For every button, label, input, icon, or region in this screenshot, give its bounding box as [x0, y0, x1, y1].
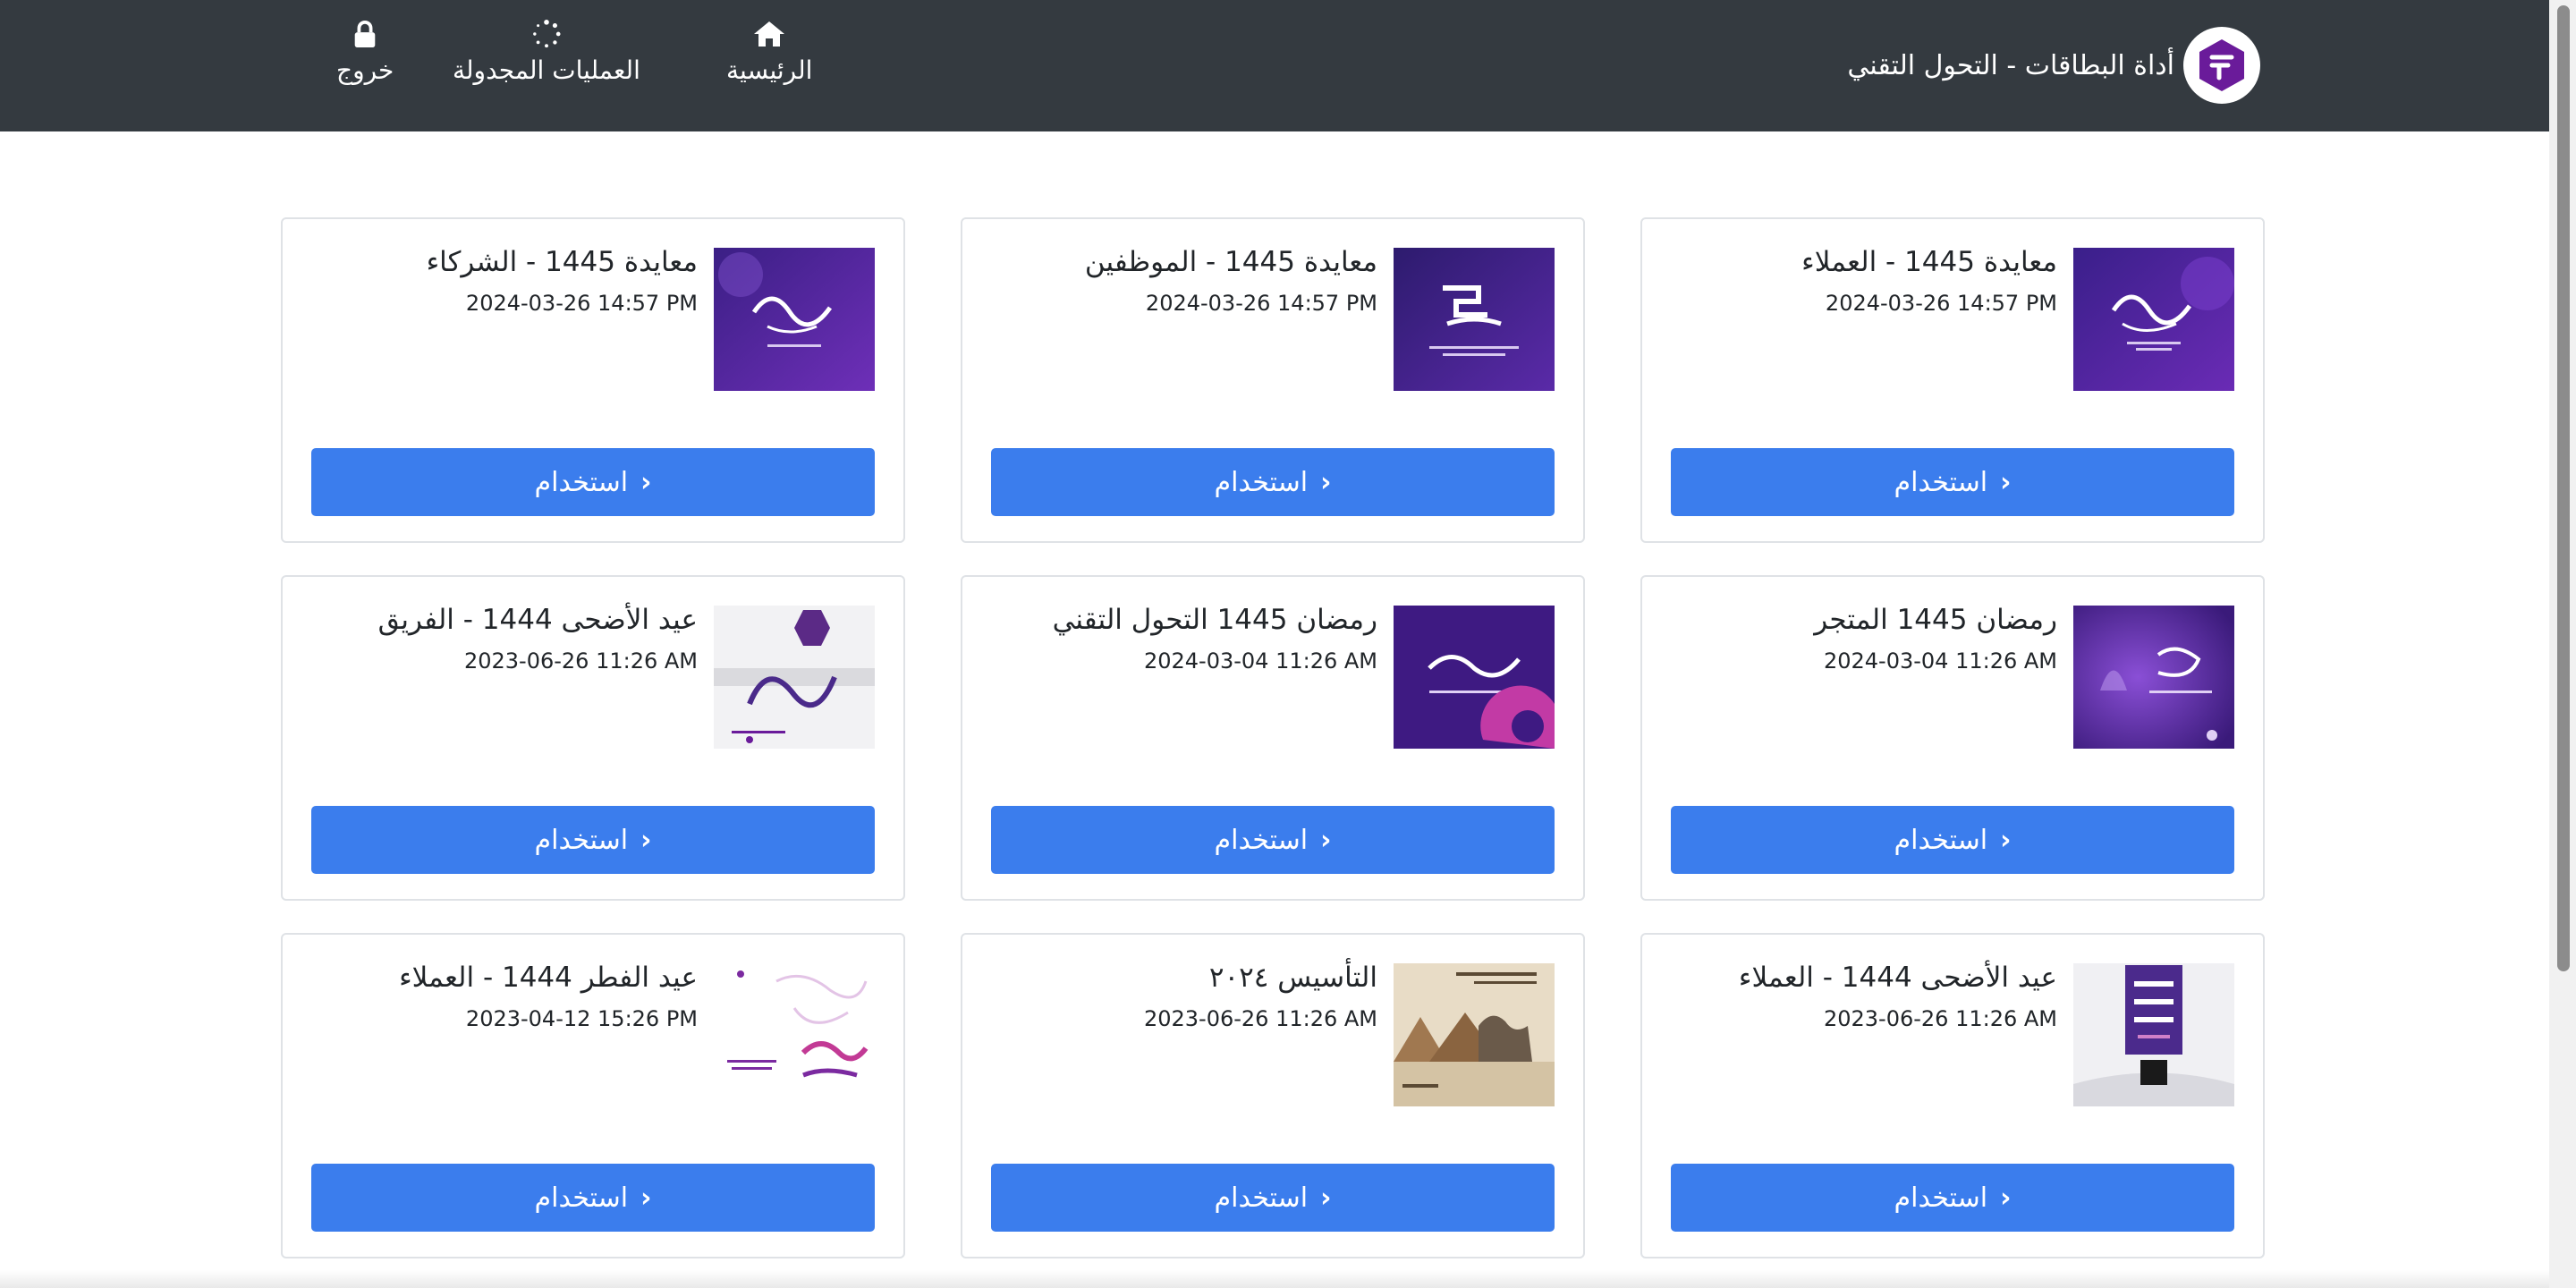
card-title: التأسيس ٢٠٢٤	[1208, 962, 1377, 994]
nav-scheduled-label: العمليات المجدولة	[453, 55, 640, 85]
card-title: رمضان 1445 المتجر	[1814, 604, 2057, 636]
navbar: أداة البطاقات - التحول التقني الرئيسية ا…	[0, 0, 2549, 131]
card-thumbnail	[2073, 606, 2234, 749]
use-button-label: استخدام	[1214, 1182, 1309, 1214]
card-date: 2023-06-26 11:26 AM	[463, 648, 698, 674]
card-title: عيد الأضحى 1444 - العملاء	[1738, 962, 2057, 994]
home-icon	[754, 21, 785, 47]
card-title: عيد الفطر 1444 - العملاء	[399, 962, 698, 994]
chevron-left-icon: ‹	[1320, 1182, 1332, 1214]
use-button[interactable]: ‹ استخدام	[1671, 1164, 2234, 1232]
card-thumbnail	[714, 963, 875, 1106]
chevron-left-icon: ‹	[640, 466, 652, 498]
use-button-label: استخدام	[534, 466, 629, 498]
use-button[interactable]: ‹ استخدام	[991, 1164, 1555, 1232]
card-date: 2024-03-04 11:26 AM	[1823, 648, 2057, 674]
bottom-fade	[0, 1270, 2549, 1288]
use-button-label: استخدام	[534, 1182, 629, 1214]
card-list-item: رمضان 1445 التحول التقني 2024-03-04 11:2…	[961, 575, 1585, 901]
brand[interactable]: أداة البطاقات - التحول التقني	[1847, 27, 2260, 104]
card-list-item: رمضان 1445 المتجر 2024-03-04 11:26 AM ‹ …	[1640, 575, 2265, 901]
use-button[interactable]: ‹ استخدام	[311, 806, 875, 874]
card-thumbnail	[714, 606, 875, 749]
card-thumbnail	[714, 248, 875, 391]
use-button[interactable]: ‹ استخدام	[311, 1164, 875, 1232]
card-thumbnail	[1394, 606, 1555, 749]
card-date: 2024-03-26 14:57 PM	[1145, 291, 1377, 316]
card-list-item: معايدة 1445 - العملاء 2024-03-26 14:57 P…	[1640, 217, 2265, 543]
brand-logo	[2183, 27, 2260, 104]
card-date: 2024-03-04 11:26 AM	[1143, 648, 1377, 674]
chevron-left-icon: ‹	[2000, 466, 2012, 498]
spinner-icon	[533, 20, 561, 48]
use-button-label: استخدام	[534, 824, 629, 856]
app-title: أداة البطاقات - التحول التقني	[1847, 49, 2174, 81]
nav-logout[interactable]: خروج	[336, 20, 394, 85]
nav-scheduled[interactable]: العمليات المجدولة	[453, 20, 640, 85]
chevron-left-icon: ‹	[640, 824, 652, 856]
chevron-left-icon: ‹	[1320, 824, 1332, 856]
page: أداة البطاقات - التحول التقني الرئيسية ا…	[0, 0, 2576, 1288]
card-date: 2023-04-12 15:26 PM	[465, 1006, 698, 1031]
card-list-item: عيد الفطر 1444 - العملاء 2023-04-12 15:2…	[281, 933, 905, 1258]
card-date: 2024-03-26 14:57 PM	[465, 291, 698, 316]
card-date: 2024-03-26 14:57 PM	[1825, 291, 2057, 316]
card-thumbnail	[2073, 248, 2234, 391]
use-button[interactable]: ‹ استخدام	[1671, 448, 2234, 516]
card-title: معايدة 1445 - الشركاء	[426, 246, 698, 278]
card-date: 2023-06-26 11:26 AM	[1823, 1006, 2057, 1031]
use-button[interactable]: ‹ استخدام	[991, 448, 1555, 516]
use-button-label: استخدام	[1214, 824, 1309, 856]
card-list-item: عيد الأضحى 1444 - العملاء 2023-06-26 11:…	[1640, 933, 2265, 1258]
lock-icon	[354, 20, 376, 48]
chevron-left-icon: ‹	[1320, 466, 1332, 498]
use-button-label: استخدام	[1894, 466, 1988, 498]
card-list-item: معايدة 1445 - الشركاء 2024-03-26 14:57 P…	[281, 217, 905, 543]
use-button-label: استخدام	[1894, 824, 1988, 856]
card-title: معايدة 1445 - الموظفين	[1084, 246, 1377, 278]
card-thumbnail	[2073, 963, 2234, 1106]
chevron-left-icon: ‹	[640, 1182, 652, 1214]
use-button-label: استخدام	[1894, 1182, 1988, 1214]
card-title: رمضان 1445 التحول التقني	[1052, 604, 1377, 636]
card-list-item: التأسيس ٢٠٢٤ 2023-06-26 11:26 AM ‹ استخد…	[961, 933, 1585, 1258]
use-button[interactable]: ‹ استخدام	[991, 806, 1555, 874]
scrollbar[interactable]	[2549, 0, 2576, 1288]
card-date: 2023-06-26 11:26 AM	[1143, 1006, 1377, 1031]
chevron-left-icon: ‹	[2000, 824, 2012, 856]
nav-home[interactable]: الرئيسية	[726, 20, 812, 85]
chevron-left-icon: ‹	[2000, 1182, 2012, 1214]
scrollbar-thumb[interactable]	[2557, 5, 2570, 971]
card-title: عيد الأضحى 1444 - الفريق	[377, 604, 698, 636]
use-button[interactable]: ‹ استخدام	[311, 448, 875, 516]
card-list-item: عيد الأضحى 1444 - الفريق 2023-06-26 11:2…	[281, 575, 905, 901]
use-button[interactable]: ‹ استخدام	[1671, 806, 2234, 874]
card-list-item: معايدة 1445 - الموظفين 2024-03-26 14:57 …	[961, 217, 1585, 543]
card-thumbnail	[1394, 248, 1555, 391]
use-button-label: استخدام	[1214, 466, 1309, 498]
nav-home-label: الرئيسية	[726, 55, 813, 85]
card-title: معايدة 1445 - العملاء	[1801, 246, 2057, 278]
card-thumbnail	[1394, 963, 1555, 1106]
nav-logout-label: خروج	[336, 55, 394, 85]
